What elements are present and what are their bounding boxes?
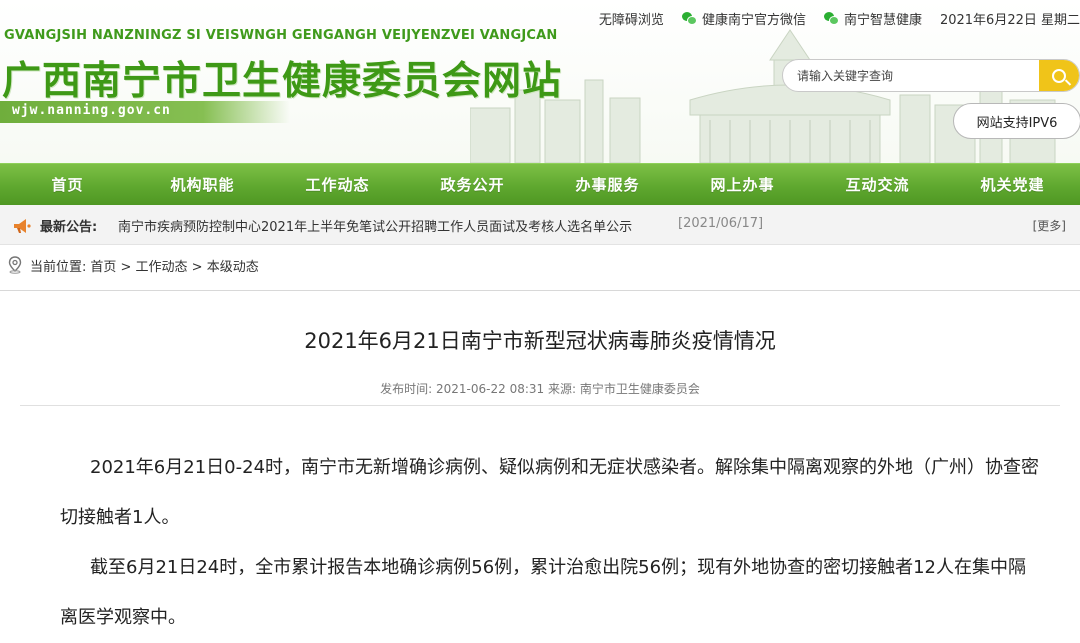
wechat-official-link[interactable]: 健康南宁官方微信	[681, 9, 806, 28]
wechat-icon	[823, 11, 839, 25]
nav-item-interaction[interactable]: 互动交流	[810, 164, 945, 205]
main-nav: 首页 机构职能 工作动态 政务公开 办事服务 网上办事 互动交流 机关党建	[0, 163, 1080, 205]
ipv6-badge[interactable]: 网站支持IPV6	[953, 103, 1080, 139]
nav-item-party[interactable]: 机关党建	[945, 164, 1080, 205]
domain-bar: wjw.nanning.gov.cn	[0, 101, 290, 123]
nav-item-news[interactable]: 工作动态	[270, 164, 405, 205]
search-input[interactable]	[783, 60, 1041, 91]
article-title: 2021年6月21日南宁市新型冠状病毒肺炎疫情情况	[304, 329, 776, 353]
location-pin-icon	[8, 256, 22, 274]
notice-label: 最新公告:	[40, 220, 98, 235]
nav-item-services[interactable]: 办事服务	[540, 164, 675, 205]
site-title-pinyin: GVANGJSIH NANZNINGZ SI VEISWNGH GENGANGH…	[4, 28, 558, 43]
breadcrumb-prefix: 当前位置:	[30, 259, 87, 275]
site-header: GVANGJSIH NANZNINGZ SI VEISWNGH GENGANGH…	[0, 0, 1080, 163]
wechat-official-label: 健康南宁官方微信	[701, 12, 806, 28]
notice-more-link[interactable]: [更多]	[1033, 217, 1066, 234]
wechat-smart-health-label: 南宁智慧健康	[843, 12, 922, 28]
megaphone-icon	[14, 219, 31, 233]
nav-item-gov-info[interactable]: 政务公开	[405, 164, 540, 205]
search-icon	[1052, 68, 1066, 83]
wechat-icon	[681, 11, 697, 25]
breadcrumb-path[interactable]: 首页 > 工作动态 > 本级动态	[90, 256, 258, 275]
accessible-browse-link[interactable]: 无障碍浏览	[599, 9, 664, 28]
site-title: 广西南宁市卫生健康委员会网站	[2, 59, 563, 104]
notice-bar: 最新公告: 南宁市疾病预防控制中心2021年上半年免笔试公开招聘工作人员面试及考…	[0, 205, 1080, 245]
nav-item-functions[interactable]: 机构职能	[135, 164, 270, 205]
search-box	[782, 59, 1080, 92]
search-button[interactable]	[1039, 60, 1079, 91]
breadcrumb: 当前位置: 首页 > 工作动态 > 本级动态	[0, 245, 1080, 285]
article-paragraph: 截至6月21日24时，全市累计报告本地确诊病例56例，累计治愈出院56例；现有外…	[60, 557, 1026, 628]
top-links: 无障碍浏览 健康南宁官方微信 南宁智慧健康 2021年6月22日 星期二	[581, 8, 1080, 28]
notice-link[interactable]: 南宁市疾病预防控制中心2021年上半年免笔试公开招聘工作人员面试及考核人选名单公…	[118, 216, 632, 235]
wechat-smart-health-link[interactable]: 南宁智慧健康	[823, 9, 922, 28]
site-domain: wjw.nanning.gov.cn	[12, 103, 171, 118]
article-meta: 发布时间: 2021-06-22 08:31 来源: 南宁市卫生健康委员会	[380, 382, 700, 396]
nav-item-online-services[interactable]: 网上办事	[675, 164, 810, 205]
article-panel: 2021年6月21日南宁市新型冠状病毒肺炎疫情情况 发布时间: 2021-06-…	[0, 290, 1080, 643]
nav-item-home[interactable]: 首页	[0, 164, 135, 205]
divider	[20, 405, 1060, 406]
notice-date: [2021/06/17]	[678, 216, 764, 231]
article-paragraph: 2021年6月21日0-24时，南宁市无新增确诊病例、疑似病例和无症状感染者。解…	[60, 457, 1040, 528]
current-date: 2021年6月22日 星期二	[939, 12, 1080, 28]
